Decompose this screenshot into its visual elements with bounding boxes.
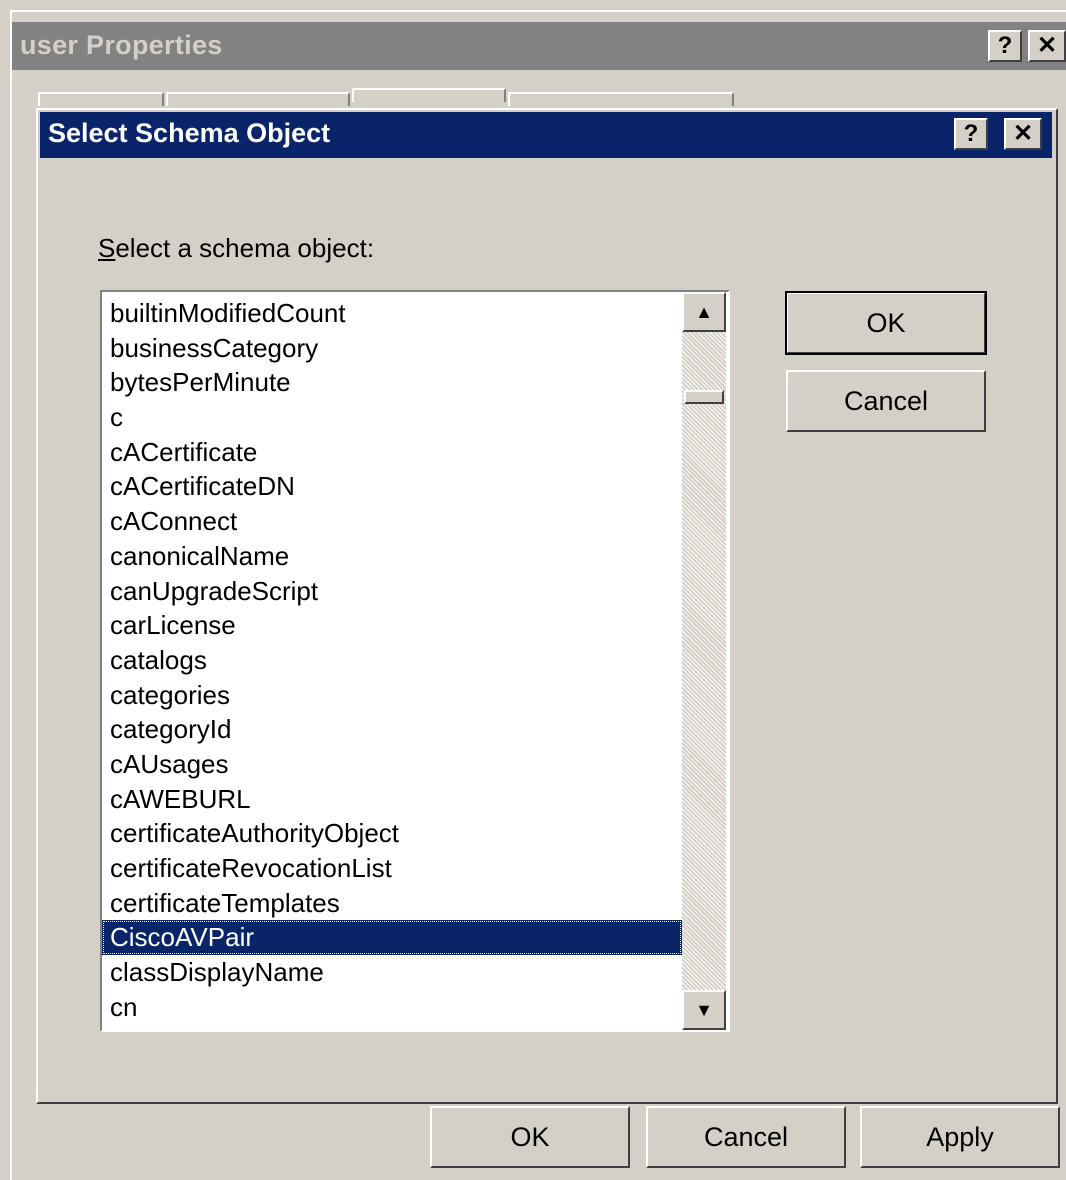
scroll-down-icon: ▼ (695, 999, 713, 1020)
schema-object-items: builtinModifiedCount businessCategory byte… (102, 296, 682, 1024)
list-item[interactable]: catalogs (102, 643, 682, 678)
list-item[interactable]: CiscoAVPair (102, 920, 682, 956)
dialog-cancel-button[interactable]: Cancel (786, 370, 986, 432)
tab-ghost-2 (166, 92, 350, 106)
schema-object-list[interactable]: builtinModifiedCount businessCategory byte… (100, 290, 730, 1032)
scroll-up-button[interactable]: ▲ (682, 292, 726, 332)
list-item[interactable]: cAConnect (102, 504, 682, 539)
tab-ghost-1 (38, 92, 164, 106)
list-item[interactable]: cAWEBURL (102, 782, 682, 817)
list-item[interactable]: certificateRevocationList (102, 851, 682, 886)
list-item[interactable]: certificateAuthorityObject (102, 816, 682, 851)
list-item[interactable]: carLicense (102, 608, 682, 643)
list-item[interactable]: cACertificateDN (102, 469, 682, 504)
outer-close-button[interactable]: ✕ (1028, 30, 1066, 62)
list-item[interactable]: classDisplayName (102, 955, 682, 990)
list-item[interactable]: categories (102, 678, 682, 713)
list-item[interactable]: canonicalName (102, 539, 682, 574)
tab-ghost-3 (352, 88, 506, 102)
tab-ghost-4 (508, 92, 734, 106)
list-item[interactable]: c (102, 400, 682, 435)
scroll-thumb[interactable] (684, 390, 724, 404)
list-item[interactable]: cAUsages (102, 747, 682, 782)
dialog-close-button[interactable]: ✕ (1004, 118, 1042, 150)
dialog-help-button[interactable]: ? (954, 118, 988, 150)
list-item[interactable]: categoryId (102, 712, 682, 747)
outer-window-title: user Properties (20, 30, 223, 60)
list-item[interactable]: cn (102, 990, 682, 1025)
list-item[interactable]: bytesPerMinute (102, 365, 682, 400)
outer-apply-button[interactable]: Apply (860, 1106, 1060, 1168)
list-item[interactable]: businessCategory (102, 331, 682, 366)
scroll-down-button[interactable]: ▼ (682, 990, 726, 1030)
list-item[interactable]: cACertificate (102, 435, 682, 470)
list-item[interactable]: canUpgradeScript (102, 574, 682, 609)
outer-help-button[interactable]: ? (988, 30, 1022, 62)
dialog-title: Select Schema Object (48, 118, 331, 148)
outer-cancel-button[interactable]: Cancel (646, 1106, 846, 1168)
schema-object-label: Select a schema object: (98, 233, 375, 263)
list-item[interactable]: builtinModifiedCount (102, 296, 682, 331)
dialog-ok-button[interactable]: OK (785, 291, 987, 355)
scroll-up-icon: ▲ (695, 301, 713, 322)
outer-ok-button[interactable]: OK (430, 1106, 630, 1168)
list-item[interactable]: certificateTemplates (102, 886, 682, 921)
